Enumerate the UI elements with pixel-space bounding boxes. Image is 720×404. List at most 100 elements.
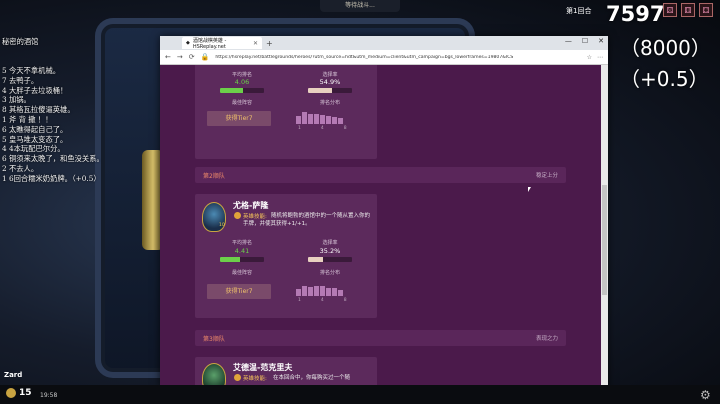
pick-rate-label: 选择率: [322, 72, 338, 78]
dist-axis-label: 4: [320, 298, 324, 303]
tier-button[interactable]: 获得Tier7: [207, 284, 271, 299]
status-banner: 等待战斗...: [320, 0, 400, 12]
browser-tab[interactable]: ◆ 酒馆战棋英雄 - HSReplay.net ✕: [182, 37, 262, 50]
dist-bar: [308, 114, 313, 124]
url-field[interactable]: https://hsreplay.net/battlegrounds/heroe…: [215, 55, 580, 60]
lock-icon: 🔒: [200, 53, 210, 61]
dist-bar: [308, 286, 313, 296]
settings-gear-icon[interactable]: ⚙: [700, 388, 711, 402]
rating-delta: （+0.5）: [620, 67, 709, 91]
star-icon[interactable]: ☆: [587, 54, 592, 61]
section-name: 第2顺队: [203, 173, 225, 180]
pick-rate-value: 54.9%: [319, 78, 341, 86]
round-label: 第1回合: [566, 7, 592, 15]
coin-counter: 15: [6, 388, 32, 398]
chat-line: 1 斧 背 撒 ！！: [2, 114, 53, 124]
hero-tier: 10: [219, 223, 225, 228]
hero-name: 尤格-萨隆: [233, 201, 269, 210]
top-right-icons: ⚄ ⚅ ⚃: [663, 3, 713, 17]
chat-title: 秘密的酒馆: [2, 36, 39, 46]
pick-rate-bar-fill: [308, 88, 333, 93]
tab-bar: ◆ 酒馆战棋英雄 - HSReplay.net ✕ + — ☐ ✕: [160, 36, 608, 50]
chat-line: 5 今天不拿机械。: [2, 65, 61, 75]
dice-icon[interactable]: ⚄: [663, 3, 677, 17]
dist-bar: [332, 117, 337, 124]
back-icon[interactable]: ←: [165, 53, 171, 61]
skill-description: 随机将鲍勃的酒馆中的一个随从置入你的手牌，并使其获得+1/+1。: [243, 213, 371, 227]
dist-axis: 1 4 8: [298, 126, 347, 131]
place-dist-chart: [296, 110, 343, 124]
pick-rate-bar-fill: [308, 257, 324, 262]
dist-bar: [296, 289, 301, 296]
place-dist-label: 排名分布: [319, 270, 340, 276]
dice-icon[interactable]: ⚃: [699, 3, 713, 17]
site-favicon-icon: ◆: [186, 40, 190, 46]
dist-axis-label: 8: [343, 298, 347, 303]
place-dist-label: 排名分布: [319, 100, 340, 106]
chat-line: 4 4本玩配巴尔分。: [2, 144, 65, 154]
minimize-button[interactable]: —: [565, 37, 572, 45]
mouse-cursor: [528, 187, 531, 192]
avg-place-bar: [220, 257, 264, 262]
dist-axis: 1 4 8: [298, 298, 347, 303]
new-tab-button[interactable]: +: [266, 39, 273, 48]
dist-bar: [338, 117, 343, 124]
dist-axis-label: 4: [320, 126, 324, 131]
chat-line: 2 不去人。: [2, 163, 39, 173]
chat-line: 6 太瞧得起自己了。: [2, 124, 68, 134]
dist-bar: [320, 286, 325, 296]
hero-card-2[interactable]: 10 尤格-萨隆 英雄技能: 随机将鲍勃的酒馆中的一个随从置入你的手牌，并使其获…: [195, 194, 377, 318]
skill-description: 在本回合中，你每购买过一个随: [273, 375, 351, 381]
clock: 19:58: [40, 392, 58, 399]
browser-tools: ☆ ⋯: [587, 54, 603, 61]
skill-icon: [234, 374, 241, 381]
chat-line: 4 大胖子去垃圾桶！: [2, 85, 68, 95]
avg-place-value: 4.41: [234, 247, 250, 255]
chat-line: 6 铜须来太晚了，和鱼没关系。: [2, 154, 104, 164]
chat-line: 7 去鸭子。: [2, 75, 39, 85]
dist-bar: [338, 289, 343, 296]
chat-line: 8 其格瓦拉傻逼英雄。: [2, 105, 75, 115]
dist-bar: [320, 114, 325, 124]
pick-rate-label: 选择率: [322, 240, 338, 246]
tier-button[interactable]: 获得Tier7: [207, 111, 271, 126]
refresh-icon[interactable]: ⟳: [189, 53, 195, 61]
skill-label: 英雄技能:: [243, 376, 267, 382]
close-tab-icon[interactable]: ✕: [253, 40, 258, 47]
hero-portrait: 10: [202, 202, 226, 232]
skill-icon: [234, 212, 241, 219]
maximize-button[interactable]: ☐: [582, 37, 588, 45]
dist-bar: [314, 286, 319, 296]
hero-card-3[interactable]: 艾德温-范克里夫 英雄技能: 在本回合中，你每购买过一个随: [195, 357, 377, 388]
avg-place-label: 平均排名: [231, 240, 252, 246]
browser-window: ◆ 酒馆战棋英雄 - HSReplay.net ✕ + — ☐ ✕ ← → ⟳ …: [160, 36, 608, 388]
window-controls: — ☐ ✕: [565, 37, 604, 45]
forward-icon[interactable]: →: [177, 53, 183, 61]
dist-bar: [302, 286, 307, 296]
section-name: 第3顺队: [203, 336, 225, 343]
rating-target: （8000）: [620, 36, 711, 60]
avg-place-value: 4.06: [234, 78, 250, 86]
hero-name: 艾德温-范克里夫: [233, 363, 293, 372]
page-scrollbar[interactable]: [601, 65, 608, 388]
section-hint: 稳定上分: [535, 173, 558, 179]
coin-count: 15: [19, 388, 32, 398]
avg-place-bar: [220, 88, 264, 93]
best-comp-label: 最佳阵容: [231, 270, 252, 276]
dist-bar: [314, 113, 319, 124]
section-header-3: 第3顺队 表现之力: [195, 330, 566, 346]
pick-rate-value: 35.2%: [319, 247, 341, 255]
section-hint: 表现之力: [535, 336, 558, 342]
tab-title: 酒馆战棋英雄 - HSReplay.net: [192, 37, 227, 50]
pick-rate-bar: [308, 88, 352, 93]
chat-line: 5 皇马堆太变态了。: [2, 134, 68, 144]
close-window-button[interactable]: ✕: [598, 37, 604, 45]
dice-icon[interactable]: ⚅: [681, 3, 695, 17]
scrollbar-thumb[interactable]: [602, 185, 607, 295]
dist-bar: [332, 288, 337, 296]
dist-axis-label: 8: [343, 126, 347, 131]
menu-icon[interactable]: ⋯: [597, 54, 603, 61]
dist-axis-label: 1: [298, 126, 301, 131]
dist-bar: [296, 116, 301, 124]
chat-line: 3 加锅。: [2, 95, 31, 105]
